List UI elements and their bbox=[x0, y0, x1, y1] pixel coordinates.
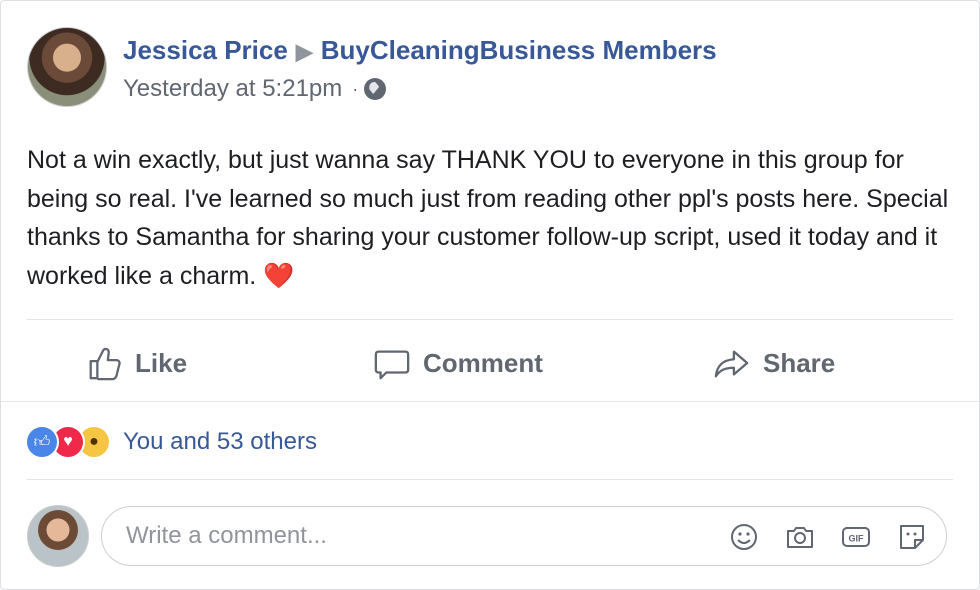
current-user-avatar bbox=[27, 505, 89, 567]
post-body-text: Not a win exactly, but just wanna say TH… bbox=[27, 146, 949, 290]
comment-tools: GIF bbox=[704, 521, 928, 553]
speech-bubble-icon bbox=[374, 350, 410, 380]
share-label: Share bbox=[763, 347, 836, 378]
svg-text:GIF: GIF bbox=[849, 534, 865, 544]
comment-box[interactable]: GIF bbox=[101, 506, 947, 566]
divider bbox=[27, 479, 953, 480]
post-actions: Like Comment Share bbox=[1, 333, 979, 393]
thumbs-up-icon bbox=[89, 347, 121, 381]
share-arrow-icon bbox=[714, 350, 749, 378]
post-timeline: Yesterday at 5:21pm · bbox=[123, 73, 717, 105]
comment-label: Comment bbox=[423, 347, 543, 378]
sticker-icon[interactable] bbox=[896, 521, 928, 553]
reactions-summary[interactable]: 👍︎ ♥ ● You and 53 others bbox=[25, 425, 317, 459]
camera-icon[interactable] bbox=[784, 521, 816, 553]
divider bbox=[1, 401, 979, 402]
divider bbox=[27, 319, 953, 320]
like-reaction-icon: 👍︎ bbox=[25, 425, 59, 459]
group-name-link[interactable]: BuyCleaningBusiness Members bbox=[321, 35, 717, 65]
post-meta: Jessica Price ▶ BuyCleaningBusiness Member… bbox=[123, 33, 717, 107]
author-avatar[interactable] bbox=[27, 27, 107, 107]
comment-composer: GIF bbox=[27, 505, 947, 567]
reaction-count-text[interactable]: You and 53 others bbox=[123, 428, 317, 456]
gif-icon[interactable]: GIF bbox=[840, 521, 872, 553]
like-button[interactable]: Like bbox=[85, 333, 187, 393]
emoji-icon[interactable] bbox=[728, 521, 760, 553]
share-button[interactable]: Share bbox=[713, 333, 835, 393]
author-name-link[interactable]: Jessica Price bbox=[123, 35, 288, 65]
like-label: Like bbox=[135, 347, 188, 378]
post-card: Jessica Price ▶ BuyCleaningBusiness Member… bbox=[0, 0, 980, 590]
post-header: Jessica Price ▶ BuyCleaningBusiness Member… bbox=[27, 27, 717, 107]
post-timestamp[interactable]: Yesterday at 5:21pm bbox=[123, 73, 342, 105]
globe-icon[interactable] bbox=[364, 78, 387, 100]
comment-input[interactable] bbox=[124, 521, 708, 551]
triangle-right-icon: ▶ bbox=[295, 39, 313, 64]
dot-separator: · bbox=[352, 79, 359, 99]
post-title: Jessica Price ▶ BuyCleaningBusiness Member… bbox=[123, 33, 717, 69]
comment-button[interactable]: Comment bbox=[373, 333, 543, 393]
